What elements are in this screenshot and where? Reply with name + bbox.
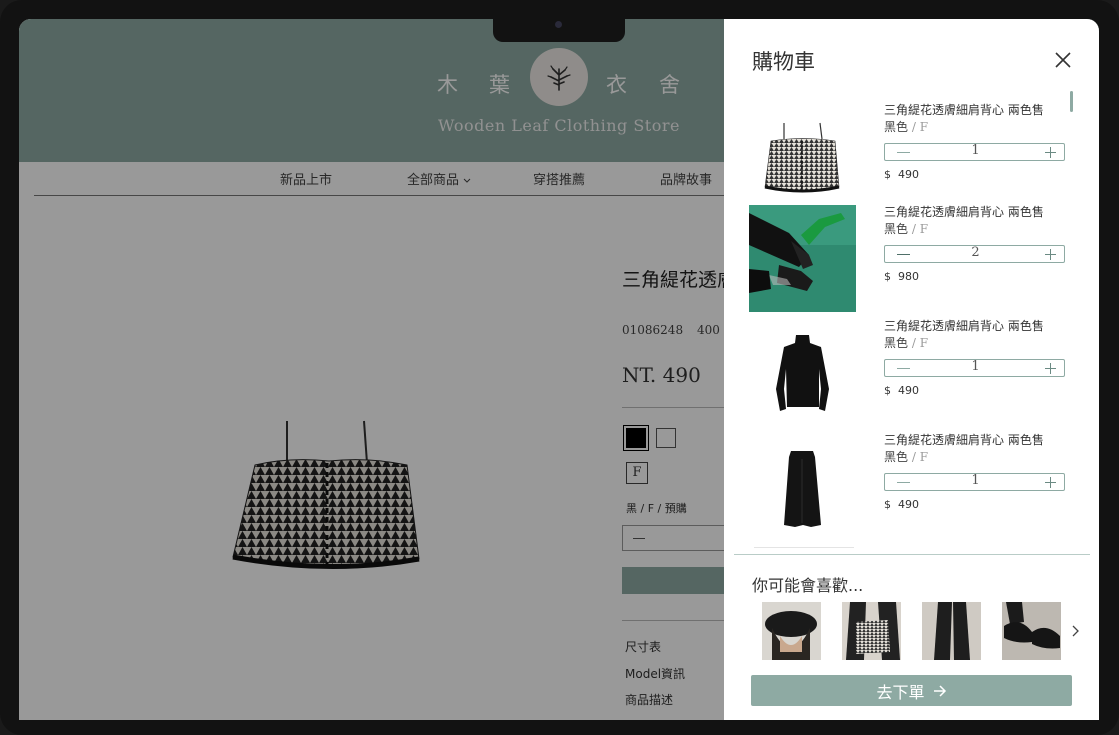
- cart-item-price: $ 490: [884, 384, 919, 397]
- cart-item-price: $ 490: [884, 168, 919, 181]
- quantity-stepper: 1: [884, 143, 1065, 161]
- cart-item-price: $ 490: [884, 498, 919, 511]
- sandals-thumb-icon[interactable]: [1002, 602, 1061, 660]
- cart-item-name: 三角緹花透膚細肩背心 兩色售: [884, 433, 1044, 447]
- variant-separator: /: [908, 450, 920, 464]
- quantity-stepper: 1: [884, 473, 1065, 491]
- cart-item-size: F: [919, 450, 929, 464]
- cart-item-variant: 黑色 / F: [884, 448, 928, 465]
- currency-symbol: $: [884, 384, 891, 397]
- skirt-thumb-icon[interactable]: [749, 433, 856, 540]
- increase-quantity-button[interactable]: [1041, 144, 1061, 160]
- cart-item-variant: 黑色 / F: [884, 334, 928, 351]
- cart-item: 三角緹花透膚細肩背心 兩色售 黑色 / F 1 $ 490: [749, 319, 1079, 427]
- camera-icon: [555, 21, 562, 28]
- cart-item-name: 三角緹花透膚細肩背心 兩色售: [884, 205, 1044, 219]
- cart-item-color: 黑色: [884, 120, 909, 134]
- quantity-value[interactable]: 1: [885, 473, 1066, 488]
- cart-item-size: F: [919, 336, 929, 350]
- close-icon[interactable]: [1054, 51, 1072, 69]
- cart-item-color: 黑色: [884, 336, 909, 350]
- cart-drawer: 購物車 三角緹花透膚細肩背心 兩色售 黑色 / F 1 $ 490 三角緹花透膚…: [724, 19, 1099, 720]
- cart-item-variant: 黑色 / F: [884, 118, 928, 135]
- increase-quantity-button[interactable]: [1041, 360, 1061, 376]
- price-value: 490: [898, 384, 919, 397]
- cart-item: 三角緹花透膚細肩背心 兩色售 黑色 / F 1 $ 490: [749, 103, 1079, 211]
- cart-item-size: F: [919, 222, 929, 236]
- beret-thumb-icon[interactable]: [762, 602, 821, 660]
- cart-item-color: 黑色: [884, 450, 909, 464]
- currency-symbol: $: [884, 270, 891, 283]
- cart-item: 三角緹花透膚細肩背心 兩色售 黑色 / F 1 $ 490: [749, 433, 1079, 541]
- wide-pants-thumb-icon[interactable]: [922, 602, 981, 660]
- camisole-outfit-thumb-icon[interactable]: [842, 602, 901, 660]
- cart-item: 三角緹花透膚細肩背心 兩色售 黑色 / F 2 $ 980: [749, 205, 1079, 313]
- price-value: 980: [898, 270, 919, 283]
- checkout-label: 去下單: [876, 682, 925, 702]
- cart-title: 購物車: [752, 50, 815, 74]
- cart-divider: [734, 554, 1090, 555]
- quantity-value[interactable]: 1: [885, 143, 1066, 158]
- quantity-stepper: 1: [884, 359, 1065, 377]
- price-value: 490: [898, 168, 919, 181]
- quantity-value[interactable]: 2: [885, 245, 1066, 260]
- currency-symbol: $: [884, 168, 891, 181]
- next-item-edge: [754, 547, 854, 548]
- cart-item-name: 三角緹花透膚細肩背心 兩色售: [884, 319, 1044, 333]
- lifestyle-legs-thumb-icon[interactable]: [749, 205, 856, 312]
- camisole-thumb-icon[interactable]: [749, 103, 856, 210]
- price-value: 490: [898, 498, 919, 511]
- camera-notch: [493, 19, 625, 42]
- cart-item-size: F: [919, 120, 929, 134]
- turtleneck-thumb-icon[interactable]: [749, 319, 856, 426]
- variant-separator: /: [908, 222, 920, 236]
- cart-item-name: 三角緹花透膚細肩背心 兩色售: [884, 103, 1044, 117]
- checkout-button[interactable]: 去下單: [751, 675, 1072, 706]
- cart-item-price: $ 980: [884, 270, 919, 283]
- arrow-right-icon: [933, 684, 946, 697]
- chevron-right-icon[interactable]: [1068, 624, 1082, 638]
- recommend-title: 你可能會喜歡...: [752, 576, 864, 595]
- browser-viewport: 木 葉 衣 舍 Wooden Leaf Clothing Store 新品上市 …: [19, 19, 1099, 720]
- variant-separator: /: [908, 120, 920, 134]
- quantity-stepper: 2: [884, 245, 1065, 263]
- increase-quantity-button[interactable]: [1041, 246, 1061, 262]
- increase-quantity-button[interactable]: [1041, 474, 1061, 490]
- cart-item-variant: 黑色 / F: [884, 220, 928, 237]
- currency-symbol: $: [884, 498, 891, 511]
- quantity-value[interactable]: 1: [885, 359, 1066, 374]
- cart-item-color: 黑色: [884, 222, 909, 236]
- variant-separator: /: [908, 336, 920, 350]
